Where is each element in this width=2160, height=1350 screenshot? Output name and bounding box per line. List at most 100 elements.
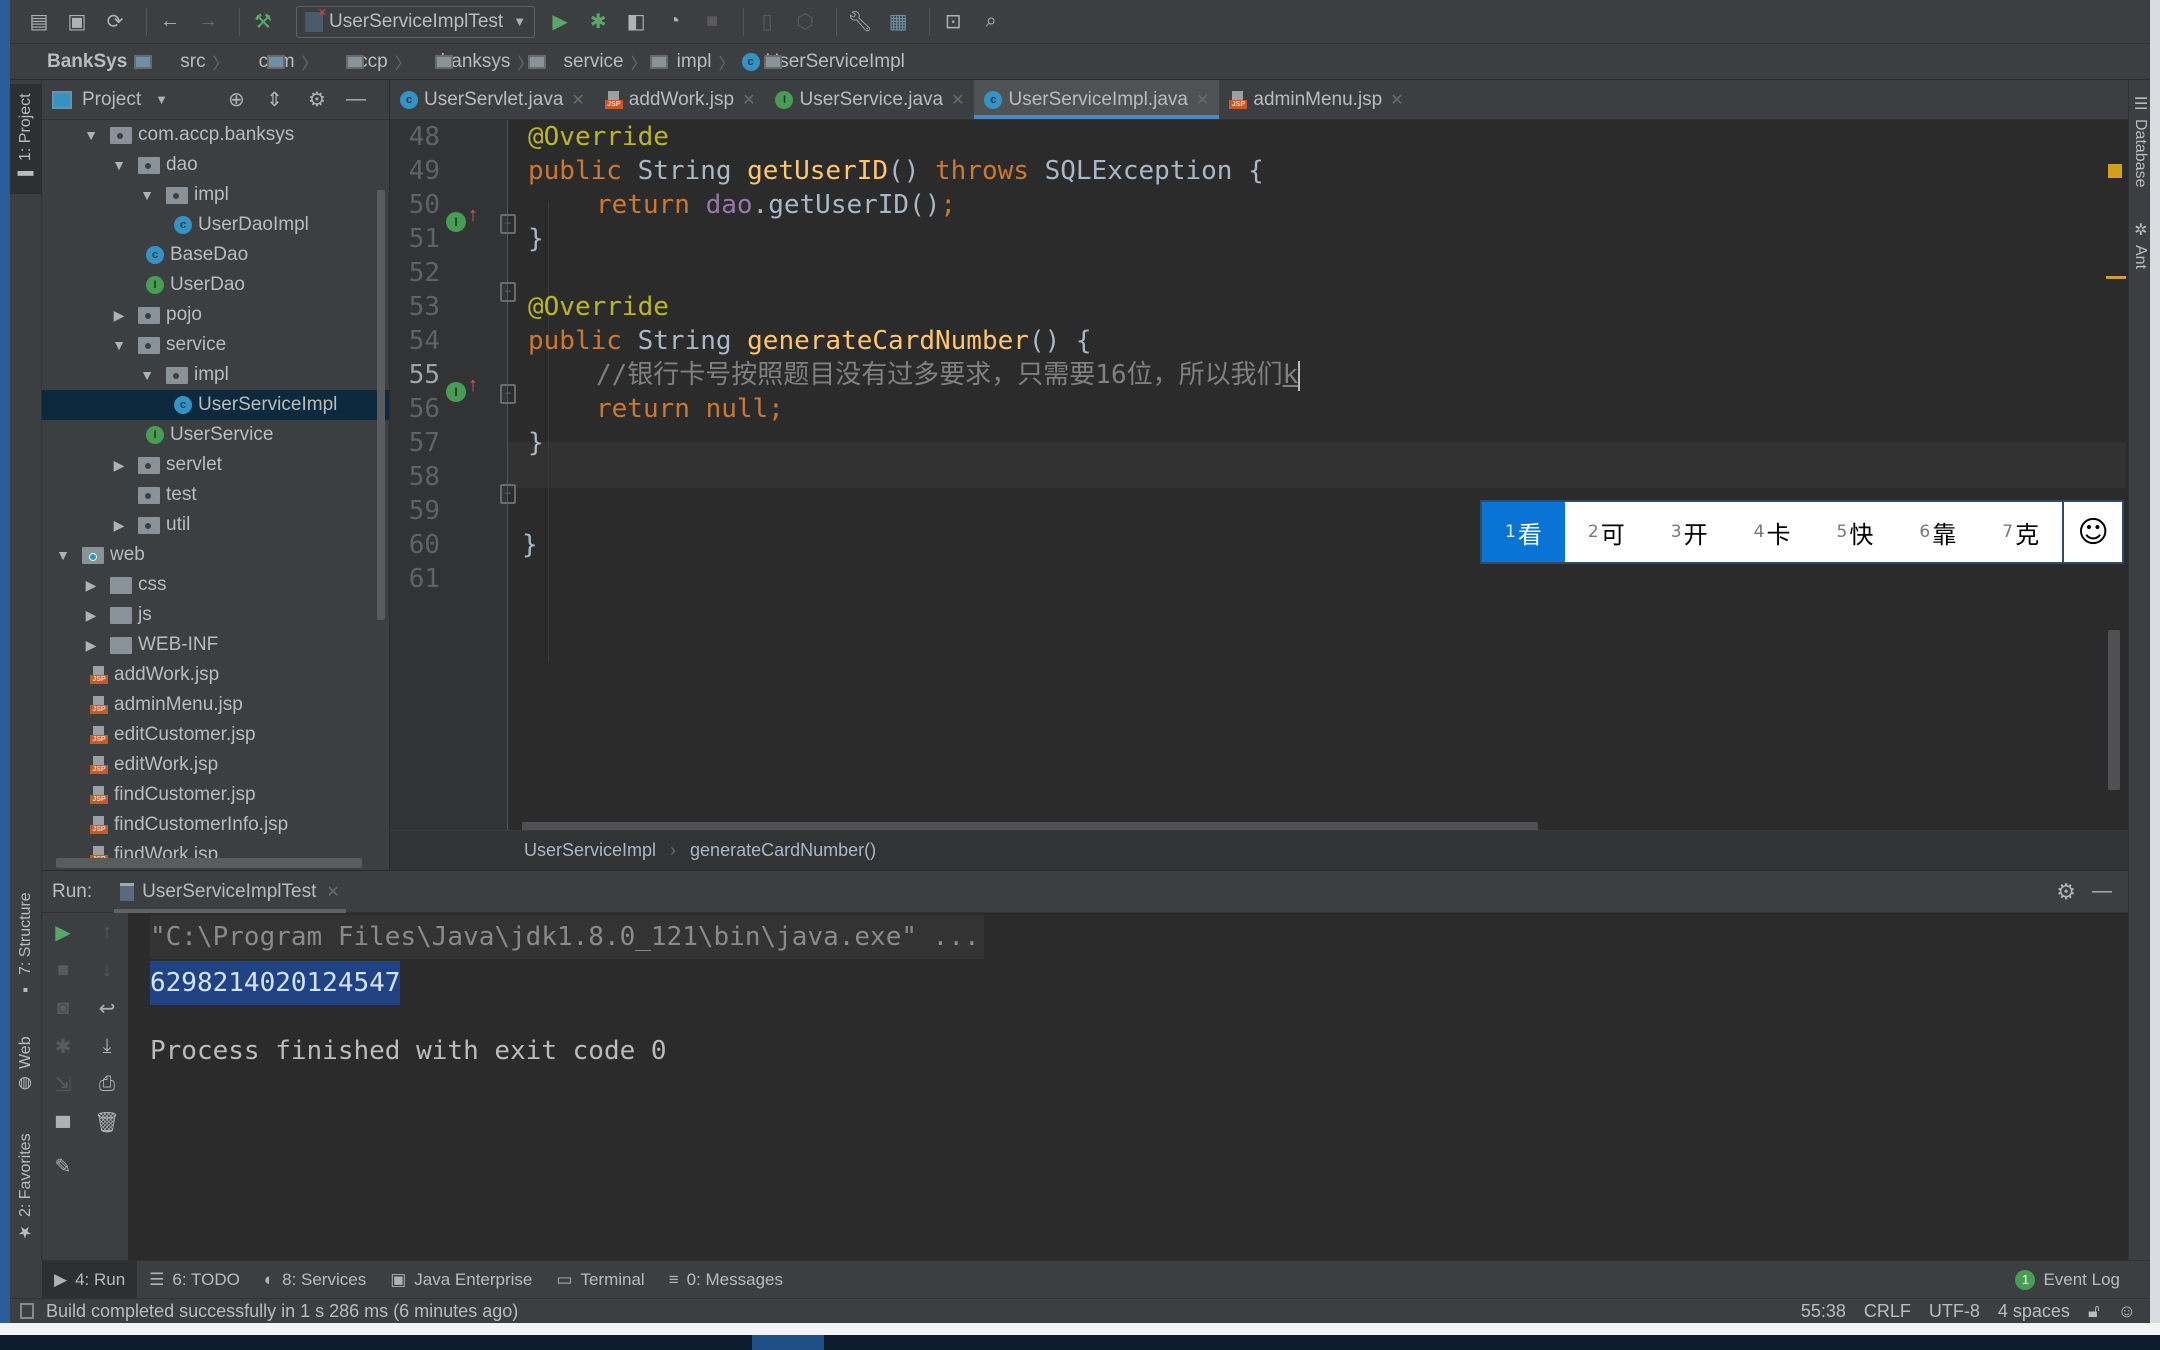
bottom-tab[interactable]: ▶ 4: Run: [42, 1260, 138, 1299]
print-icon[interactable]: ⎙: [92, 1069, 122, 1099]
warning-stripe[interactable]: [2106, 276, 2126, 279]
ime-candidate[interactable]: 2可: [1565, 502, 1648, 562]
stop-icon[interactable]: ■: [48, 955, 78, 985]
close-icon[interactable]: ✕: [571, 90, 584, 110]
breadcrumb-service[interactable]: service 〉: [540, 50, 669, 74]
project-horizontal-scrollbar[interactable]: [56, 858, 362, 868]
inspection-status-icon[interactable]: [2108, 164, 2122, 178]
bottom-tab[interactable]: ◐ 8: Services: [252, 1261, 378, 1299]
tree-item[interactable]: ▶ servlet: [42, 450, 389, 480]
breadcrumb-project[interactable]: BankSys〉: [24, 50, 157, 74]
emoji-icon[interactable]: ☺: [2062, 502, 2122, 562]
chevron-down-icon[interactable]: ▼: [155, 92, 168, 107]
dump-threads-icon[interactable]: ◙: [48, 993, 78, 1023]
gear-icon[interactable]: ⚙: [308, 87, 326, 112]
editor-tab[interactable]: adminMenu.jsp ✕: [1219, 80, 1413, 119]
up-arrow-icon[interactable]: ↑: [92, 917, 122, 947]
collapse-arrow-icon[interactable]: ▶: [112, 517, 126, 534]
expand-arrow-icon[interactable]: ▼: [84, 127, 98, 143]
ime-candidate[interactable]: 7克: [1979, 502, 2062, 562]
forward-icon[interactable]: →: [193, 7, 223, 37]
close-icon[interactable]: ✕: [951, 90, 964, 110]
inspector-icon[interactable]: ☺: [2118, 1301, 2136, 1322]
gear-icon[interactable]: ⚙: [2056, 879, 2076, 905]
breadcrumb-src[interactable]: src 〉: [157, 50, 286, 74]
debug-icon[interactable]: ✱: [583, 7, 613, 37]
implements-marker-icon[interactable]: I: [446, 212, 466, 232]
tree-item[interactable]: ▼ web: [42, 540, 389, 570]
editor-tab[interactable]: I UserService.java ✕: [765, 80, 974, 119]
tree-item[interactable]: ▶ css: [42, 570, 389, 600]
search-icon[interactable]: ⌕: [976, 7, 1006, 37]
attach-icon[interactable]: ▯: [752, 7, 782, 37]
minimize-icon[interactable]: —: [2092, 880, 2112, 903]
close-icon[interactable]: ✕: [742, 90, 755, 110]
project-structure-icon[interactable]: ▦: [883, 7, 913, 37]
console-output[interactable]: "C:\Program Files\Java\jdk1.8.0_121\bin\…: [128, 913, 2128, 1261]
collapse-arrow-icon[interactable]: ▶: [112, 307, 126, 324]
collapse-arrow-icon[interactable]: ▶: [84, 577, 98, 594]
tool-tab-structure[interactable]: ▪ 7: Structure: [10, 880, 42, 1010]
rerun-icon[interactable]: ▶: [48, 917, 78, 947]
close-icon[interactable]: ✕: [1196, 90, 1209, 110]
bottom-tab[interactable]: ▣ Java Enterprise: [378, 1261, 544, 1299]
breadcrumb-class[interactable]: UserServiceImpl: [524, 840, 656, 861]
editor-tab[interactable]: c UserServiceImpl.java ✕: [974, 80, 1220, 119]
deploy-icon[interactable]: ⬡: [790, 7, 820, 37]
run-icon[interactable]: ▶: [545, 7, 575, 37]
bottom-tab[interactable]: ≡ 0: Messages: [657, 1261, 795, 1299]
minimize-icon[interactable]: —: [346, 88, 366, 111]
soft-wrap-icon[interactable]: ↩: [92, 993, 122, 1023]
down-arrow-icon[interactable]: ↓: [92, 955, 122, 985]
tree-item[interactable]: ▶ js: [42, 600, 389, 630]
profile-icon[interactable]: ◔: [659, 7, 689, 37]
pin-icon[interactable]: ✎: [48, 1151, 78, 1181]
tool-tab-project[interactable]: ▬ 1: Project: [10, 84, 42, 194]
tree-item[interactable]: ▼ impl: [42, 360, 389, 390]
tree-item[interactable]: c UserServiceImpl: [42, 390, 389, 420]
sync-icon[interactable]: ⟳: [100, 7, 130, 37]
tree-item[interactable]: ▶ WEB-INF: [42, 630, 389, 660]
ime-candidate[interactable]: 4卡: [1731, 502, 1814, 562]
tree-item[interactable]: c UserDaoImpl: [42, 210, 389, 240]
open-icon[interactable]: ▤: [24, 7, 54, 37]
collapse-arrow-icon[interactable]: ▶: [112, 457, 126, 474]
breadcrumb-method[interactable]: generateCardNumber(): [690, 840, 876, 861]
tree-item[interactable]: c BaseDao: [42, 240, 389, 270]
expand-arrow-icon[interactable]: ▼: [112, 337, 126, 353]
terminal-icon[interactable]: ⊡: [938, 7, 968, 37]
locate-icon[interactable]: ⊕: [228, 87, 245, 112]
file-encoding[interactable]: UTF-8: [1929, 1301, 1980, 1322]
exit-icon[interactable]: ⇲: [48, 1069, 78, 1099]
tree-item[interactable]: findCustomer.jsp: [42, 780, 389, 810]
run-tab[interactable]: UserServiceImplTest ✕: [114, 871, 346, 913]
status-message[interactable]: Build completed successfully in 1 s 286 …: [46, 1301, 518, 1322]
tree-item[interactable]: editCustomer.jsp: [42, 720, 389, 750]
stop-icon[interactable]: ■: [697, 7, 727, 37]
close-icon[interactable]: ✕: [1390, 90, 1403, 110]
code-area[interactable]: 48 49 50 51 52 53 54 55 56 57 58 59 60 61 I ↑ − − I ↑…: [390, 120, 2128, 834]
collapse-arrow-icon[interactable]: ▶: [84, 607, 98, 624]
settings-wrench-icon[interactable]: 🔧︎: [845, 7, 875, 37]
project-panel-title[interactable]: Project: [82, 89, 141, 111]
fold-toggle-icon[interactable]: −: [500, 384, 516, 404]
scroll-to-end-icon[interactable]: ⤓: [92, 1031, 122, 1061]
tool-tab-ant[interactable]: ✲ Ant: [2129, 220, 2151, 290]
expand-arrow-icon[interactable]: ▼: [56, 547, 70, 563]
tool-tab-web[interactable]: ◍ Web: [10, 1030, 42, 1100]
back-icon[interactable]: ←: [155, 7, 185, 37]
tree-item[interactable]: findCustomerInfo.jsp: [42, 810, 389, 840]
run-configuration-dropdown[interactable]: UserServiceImplTest ▼: [296, 5, 536, 38]
coverage-icon[interactable]: ◧: [621, 7, 651, 37]
expand-arrow-icon[interactable]: ▼: [140, 367, 154, 383]
save-all-icon[interactable]: ▣: [62, 7, 92, 37]
tree-item[interactable]: test: [42, 480, 389, 510]
ime-candidate[interactable]: 5快: [1814, 502, 1897, 562]
tree-item[interactable]: ▶ pojo: [42, 300, 389, 330]
tree-item[interactable]: I UserService: [42, 420, 389, 450]
collapse-all-icon[interactable]: ⇕: [266, 87, 283, 112]
tool-tab-database[interactable]: ☰ Database: [2129, 94, 2151, 204]
tree-item[interactable]: addWork.jsp: [42, 660, 389, 690]
event-log-button[interactable]: 1 Event Log: [2015, 1269, 2120, 1290]
layout-icon[interactable]: ▀: [48, 1113, 78, 1143]
